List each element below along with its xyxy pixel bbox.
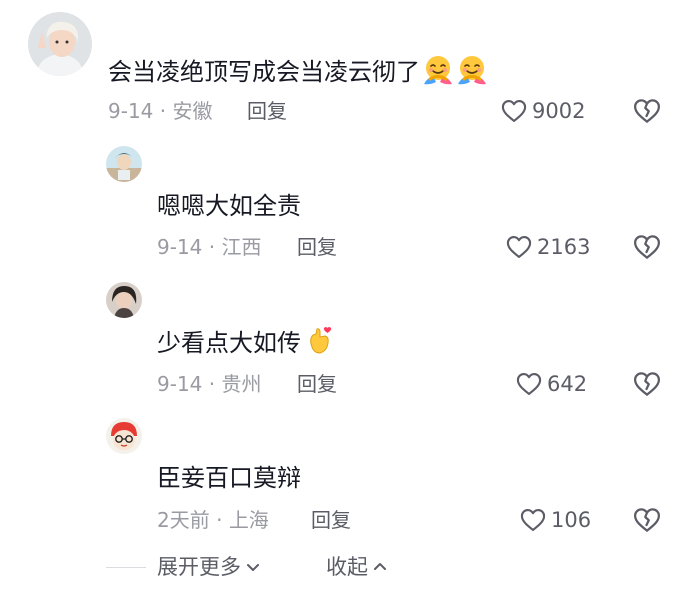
comment-location: 江西 [221, 235, 262, 259]
hugging-face-emoji [456, 54, 488, 86]
comment-text: 嗯嗯大如全责 [157, 192, 301, 220]
collapse-button[interactable]: 收起 [326, 553, 388, 581]
broken-heart-icon[interactable] [632, 96, 662, 126]
heart-outline-icon [515, 370, 543, 398]
comment-meta: 9-14 · 江西 [157, 233, 261, 261]
finger-heart-emoji [303, 325, 335, 357]
broken-heart-icon[interactable] [632, 505, 662, 535]
like-count: 9002 [532, 99, 586, 123]
comment-text: 臣妾百口莫辩 [157, 464, 301, 492]
reply-button[interactable]: 回复 [247, 97, 287, 125]
divider-line [106, 567, 146, 568]
like-button[interactable]: 106 [519, 506, 591, 534]
heart-outline-icon [505, 233, 533, 261]
meta-separator: · [159, 99, 167, 123]
comment-meta: 2天前 · 上海 [157, 506, 269, 534]
expand-more-button[interactable]: 展开更多 [157, 553, 261, 581]
reply-button[interactable]: 回复 [311, 506, 351, 534]
meta-separator: · [208, 235, 216, 259]
comment-meta: 9-14 · 贵州 [157, 370, 261, 398]
avatar[interactable] [106, 282, 142, 318]
meta-separator: · [208, 372, 216, 396]
avatar[interactable] [106, 146, 142, 182]
like-button[interactable]: 642 [515, 370, 587, 398]
comment-date: 9-14 [157, 372, 203, 396]
heart-outline-icon [500, 97, 528, 125]
reply-button[interactable]: 回复 [297, 370, 337, 398]
chevron-down-icon [245, 559, 261, 575]
like-count: 2163 [537, 235, 591, 259]
comment-text: 会当凌绝顶写成会当凌云彻了 [108, 54, 488, 88]
broken-heart-icon[interactable] [632, 232, 662, 262]
comment-text: 少看点大如传 [157, 325, 335, 359]
comment-meta: 9-14 · 安徽 [108, 97, 212, 125]
like-button[interactable]: 2163 [505, 233, 590, 261]
expand-more-label: 展开更多 [157, 555, 241, 579]
broken-heart-icon[interactable] [632, 369, 662, 399]
meta-separator: · [216, 508, 223, 532]
collapse-label: 收起 [326, 555, 368, 579]
avatar[interactable] [28, 12, 92, 76]
chevron-up-icon [372, 559, 388, 575]
comment-date: 9-14 [157, 235, 203, 259]
comment-location: 贵州 [221, 372, 262, 396]
avatar[interactable] [106, 418, 142, 454]
like-button[interactable]: 9002 [500, 97, 585, 125]
reply-button[interactable]: 回复 [297, 233, 337, 261]
hugging-face-emoji [422, 54, 454, 86]
like-count: 106 [551, 508, 592, 532]
comment-location: 安徽 [172, 99, 213, 123]
comment-date: 9-14 [108, 99, 154, 123]
comment-location: 上海 [228, 508, 269, 532]
heart-outline-icon [519, 506, 547, 534]
like-count: 642 [547, 372, 588, 396]
comment-date: 2天前 [157, 508, 210, 532]
